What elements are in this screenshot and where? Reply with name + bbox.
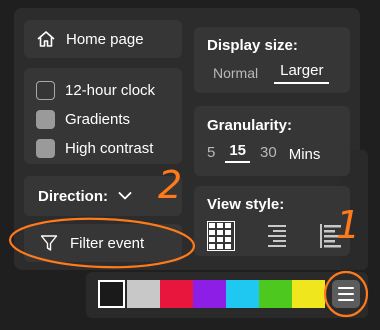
checkbox-gradients[interactable] [36,110,55,129]
view-style-title: View style: [207,196,285,213]
compact-list-icon [268,225,286,247]
option-label: Gradients [65,111,131,128]
filter-event-label: Filter event [70,234,145,252]
granularity-title: Granularity: [207,117,293,134]
checkbox-high-contrast[interactable] [36,139,55,158]
color-swatch-2[interactable] [160,280,193,308]
display-size-title: Display size: [207,37,298,54]
color-swatch-0[interactable] [98,280,125,308]
display-size-normal[interactable]: Normal [207,65,264,84]
filter-icon [40,235,58,251]
home-page-button[interactable]: Home page [24,20,182,58]
direction-label: Direction: [38,187,109,205]
option-high-contrast[interactable]: High contrast [36,134,170,163]
display-size-larger[interactable]: Larger [274,62,330,84]
hamburger-menu-icon [338,287,354,289]
checkbox-12-hour-clock[interactable] [36,81,55,100]
color-swatch-3[interactable] [193,280,226,308]
annotation-number-2: 2 [158,163,183,207]
option-12-hour-clock[interactable]: 12-hour clock [36,76,170,105]
hamburger-menu-button[interactable] [332,280,360,308]
view-style-section: View style: [194,186,350,256]
color-swatch-1[interactable] [127,280,160,308]
chevron-down-icon [118,192,132,200]
color-swatches [98,280,325,308]
home-icon [37,31,55,47]
granularity-15[interactable]: 15 [225,142,251,163]
filter-event-button[interactable]: Filter event [24,224,182,262]
granularity-30[interactable]: 30 [260,144,277,163]
view-style-selector [207,221,341,251]
options-group: 12-hour clock Gradients High contrast [24,68,182,164]
view-style-grid[interactable] [207,221,235,251]
color-swatch-4[interactable] [226,280,259,308]
granularity-selector: 5 15 30 Mins [207,142,337,163]
option-gradients[interactable]: Gradients [36,105,170,134]
home-page-label: Home page [66,30,144,48]
color-swatch-6[interactable] [292,280,325,308]
display-size-selector: Normal Larger [207,62,337,84]
grid-view-icon [207,221,235,251]
display-size-section: Display size: Normal Larger [194,27,350,93]
granularity-unit: Mins [288,146,321,163]
color-swatch-5[interactable] [259,280,292,308]
annotation-number-1: 1 [336,203,361,247]
option-label: High contrast [65,140,154,157]
option-label: 12-hour clock [65,82,156,99]
view-style-compact[interactable] [265,223,289,249]
granularity-section: Granularity: 5 15 30 Mins [194,106,350,176]
granularity-5[interactable]: 5 [207,144,215,163]
